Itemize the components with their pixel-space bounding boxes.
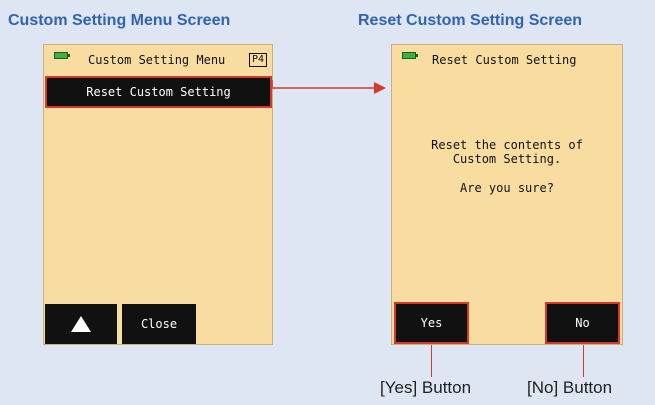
no-button-label: No — [575, 316, 590, 330]
battery-icon — [402, 52, 418, 59]
reset-custom-setting-screen: Reset Custom Setting Reset the contents … — [391, 44, 623, 345]
yes-callout-line — [431, 345, 432, 377]
confirm-question: Are you sure? — [460, 181, 554, 195]
header-title: Reset Custom Setting — [432, 53, 577, 67]
close-button[interactable]: Close — [122, 304, 196, 344]
reset-message: Reset the contents of Custom Setting. — [392, 138, 622, 166]
no-button-caption: [No] Button — [527, 378, 613, 397]
message-line-2: Custom Setting. — [452, 152, 562, 166]
close-button-label: Close — [140, 317, 178, 331]
custom-setting-menu-screen: Custom Setting Menu P4 Reset Custom Sett… — [43, 44, 273, 345]
up-triangle-icon — [71, 316, 91, 332]
yes-button-label: Yes — [420, 316, 443, 330]
page-indicator: P4 — [249, 53, 268, 67]
left-screen-title: Custom Setting Menu Screen — [8, 12, 231, 29]
right-screen-title: Reset Custom Setting Screen — [358, 12, 583, 29]
message-line-1: Reset the contents of — [431, 138, 583, 152]
up-button[interactable] — [45, 304, 117, 344]
no-callout-line — [583, 345, 584, 377]
transition-arrow — [271, 80, 386, 94]
yes-button[interactable]: Yes — [394, 302, 469, 344]
menu-item-label: Reset Custom Setting — [86, 85, 231, 99]
battery-icon — [54, 52, 70, 59]
yes-button-caption: [Yes] Button — [380, 378, 472, 397]
reset-custom-setting-menu-item[interactable]: Reset Custom Setting — [45, 76, 272, 108]
header-title: Custom Setting Menu — [88, 53, 226, 67]
no-button[interactable]: No — [545, 302, 620, 344]
